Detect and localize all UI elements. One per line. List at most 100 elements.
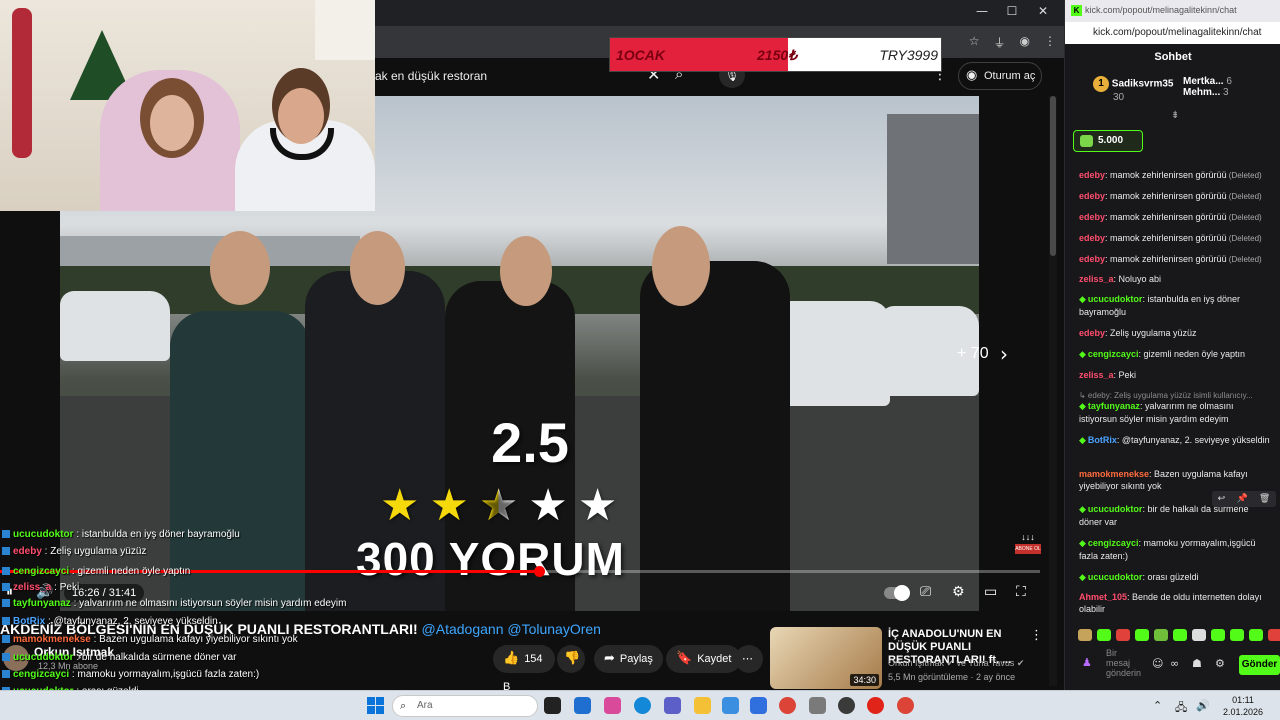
teams-icon[interactable]	[664, 697, 681, 714]
chat-message[interactable]: edeby: mamok zehirlenirsen görürüü (Dele…	[1079, 190, 1271, 203]
chrome-active-icon[interactable]	[897, 697, 914, 714]
emote-icon[interactable]	[1268, 629, 1280, 641]
save-button[interactable]: 🔖 Kaydet	[666, 645, 742, 673]
speaker-icon[interactable]: 🔊	[1196, 699, 1210, 712]
chat-username[interactable]: Ahmet_105	[1079, 592, 1127, 602]
chat-username[interactable]: zeliss_a	[1079, 370, 1114, 380]
chat-username[interactable]: BotRix	[1088, 435, 1117, 445]
emote-icon[interactable]	[1154, 629, 1168, 641]
word-icon[interactable]	[750, 697, 767, 714]
chat-username[interactable]: edeby	[1079, 328, 1105, 338]
chat-username[interactable]: ucucudoktor	[1088, 572, 1143, 582]
delete-icon[interactable]: 🗑	[1259, 494, 1270, 504]
close-button[interactable]: ✕	[1028, 4, 1058, 18]
app-icon[interactable]	[809, 697, 826, 714]
reply-icon[interactable]: ↩	[1218, 494, 1226, 504]
profile-icon[interactable]: ◉	[1020, 34, 1030, 51]
chat-message[interactable]: ◆ ucucudoktor: orası güzeldi	[1079, 571, 1271, 584]
theater-mode-icon[interactable]: ▭	[984, 584, 997, 600]
chat-username[interactable]: tayfunyanaz	[1088, 401, 1140, 411]
chat-message[interactable]: edeby: mamok zehirlenirsen görürüü (Dele…	[1079, 211, 1271, 224]
bookmark-star-icon[interactable]: ☆	[969, 34, 980, 51]
video-title-mentions[interactable]: @Atadogann @TolunayOren	[422, 621, 601, 637]
chat-settings-gear-icon[interactable]: ⚙	[1215, 657, 1225, 670]
recommended-video-thumbnail[interactable]: 34:30	[770, 627, 882, 689]
page-scrollbar[interactable]	[1049, 96, 1057, 686]
emote-icon[interactable]	[1173, 629, 1187, 641]
obs-icon[interactable]	[838, 697, 855, 714]
chat-message[interactable]: edeby: mamok zehirlenirsen görürüü (Dele…	[1079, 232, 1271, 245]
chat-input[interactable]: ♟ Bir mesaj gönderin	[1076, 648, 1226, 680]
leaderboard-first[interactable]: 1 Sadiksvrm35 30	[1093, 76, 1174, 103]
chat-message[interactable]: Ahmet_105: Bende de oldu internetten dol…	[1079, 591, 1271, 615]
emote-icon[interactable]	[1116, 629, 1130, 641]
chat-message[interactable]: edeby: mamok zehirlenirsen görürüü (Dele…	[1079, 169, 1271, 182]
search-input[interactable]: ak en düşük restoran	[375, 69, 487, 83]
kick-address-bar[interactable]: kick.com/popout/melinagalitekinn/chat	[1065, 22, 1280, 44]
browser-menu-icon[interactable]: ⋮	[1044, 34, 1056, 51]
progress-scrubber[interactable]	[533, 566, 545, 577]
leaderboard-second[interactable]: Mertka... 6 Mehm... 3	[1183, 76, 1232, 98]
chat-message[interactable]: ◆ tayfunyanaz: yalvarırım ne olmasını ist…	[1079, 400, 1271, 425]
emote-icon[interactable]	[1211, 629, 1225, 641]
emote-icon[interactable]	[1135, 629, 1149, 641]
user-icon[interactable]: ☗	[1192, 657, 1202, 670]
chat-username[interactable]: edeby	[1079, 212, 1105, 222]
emote-icon[interactable]	[1078, 629, 1092, 641]
minimize-button[interactable]: —	[967, 4, 997, 18]
send-button[interactable]: Gönder	[1239, 655, 1280, 675]
edge-icon[interactable]	[634, 697, 651, 714]
emote-picker-icon[interactable]: ☺	[1152, 657, 1163, 670]
more-actions-button[interactable]: ⋯	[735, 645, 763, 673]
chat-username[interactable]: mamokmenekse	[1079, 469, 1149, 479]
chat-message[interactable]: ◆ cengizcayci: gizemli neden öyle yaptın	[1079, 348, 1271, 361]
like-button[interactable]: 👍 154 B	[493, 645, 555, 693]
chat-username[interactable]: ucucudoktor	[1088, 294, 1143, 304]
chat-message[interactable]: ◆ ucucudoktor: istanbulda en iyş döner ba…	[1079, 293, 1271, 318]
pin-icon[interactable]: 📌	[1236, 494, 1247, 504]
emote-icon[interactable]	[1249, 629, 1263, 641]
chat-message[interactable]: edeby: mamok zehirlenirsen görürüü (Dele…	[1079, 253, 1271, 266]
recommended-video-menu-icon[interactable]: ⋮	[1030, 628, 1043, 643]
share-button[interactable]: ➦ Paylaş	[594, 645, 663, 673]
chat-message[interactable]: zeliss_a: Peki	[1079, 369, 1271, 381]
chat-message[interactable]: zeliss_a: Noluyo abi	[1079, 273, 1271, 285]
emote-icon[interactable]	[1192, 629, 1206, 641]
link-icon[interactable]: ∞	[1170, 657, 1179, 670]
chat-username[interactable]: edeby	[1079, 170, 1105, 180]
mail-icon[interactable]	[722, 697, 739, 714]
sign-in-button[interactable]: ◉ Oturum aç	[958, 62, 1042, 90]
chat-username[interactable]: edeby	[1079, 254, 1105, 264]
pinned-collapse-icon[interactable]: ⇟	[1171, 110, 1179, 121]
network-icon[interactable]: 🖧	[1175, 699, 1187, 718]
chat-message[interactable]: edeby: Zeliş uygulama yüzüz	[1079, 327, 1271, 339]
subscribe-watermark[interactable]: ↓↓↓ ABONE OL	[1015, 532, 1041, 558]
chat-message[interactable]: mamokmenekse: Bazen uygulama kafayı yiye…	[1079, 468, 1271, 492]
file-explorer-icon[interactable]	[694, 697, 711, 714]
chat-message[interactable]: ◆ cengizcayci: mamoku yormayalım,işgücü f…	[1079, 537, 1271, 562]
chat-username[interactable]: edeby	[1079, 191, 1105, 201]
taskbar-search[interactable]: ⌕ Ara	[392, 695, 538, 717]
gift-counter[interactable]: 5.000	[1073, 130, 1143, 152]
emote-icon[interactable]	[1097, 629, 1111, 641]
clock[interactable]: 01:11 2.01.2026	[1218, 694, 1268, 718]
task-view-icon[interactable]	[544, 697, 561, 714]
fullscreen-icon[interactable]: ⛶	[1016, 584, 1026, 600]
scrollbar-thumb[interactable]	[1050, 96, 1056, 256]
chat-username[interactable]: edeby	[1079, 233, 1105, 243]
media-control-icon[interactable]: ⏚	[994, 34, 1006, 51]
chat-message[interactable]: ◆ BotRix: @tayfunyanaz, 2. seviyeye yükse…	[1079, 434, 1271, 447]
maximize-button[interactable]: ☐	[997, 4, 1027, 18]
chrome-icon[interactable]	[779, 697, 796, 714]
subtitles-icon[interactable]: ⎚	[920, 584, 931, 600]
chat-username[interactable]: zeliss_a	[1079, 274, 1114, 284]
autoplay-toggle[interactable]	[884, 585, 910, 601]
copilot-icon[interactable]	[604, 697, 621, 714]
start-button[interactable]	[367, 697, 384, 714]
tray-chevron-icon[interactable]: ⌃	[1153, 699, 1162, 712]
settings-gear-icon[interactable]: ⚙	[952, 584, 965, 600]
chat-username[interactable]: ucucudoktor	[1088, 504, 1143, 514]
dislike-button[interactable]: 👎	[557, 645, 585, 673]
youtube-icon[interactable]	[867, 697, 884, 714]
store-icon[interactable]	[574, 697, 591, 714]
